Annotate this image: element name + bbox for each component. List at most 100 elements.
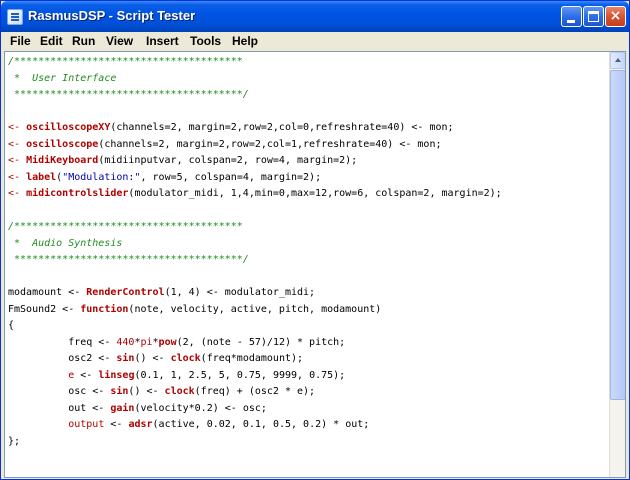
code-token: (active, 0.02, 0.1, 0.5, 0.2) * out;	[152, 419, 370, 430]
code-token: (freq*modamount);	[200, 353, 304, 364]
maximize-icon	[588, 11, 599, 22]
code-line: <- oscilloscope(channels=2, margin=2,row…	[8, 137, 612, 154]
code-line: **************************************/	[8, 87, 612, 104]
menu-edit[interactable]: Edit	[40, 34, 63, 48]
code-token: oscilloscope	[26, 138, 99, 150]
code-token: * Audio Synthesis	[8, 237, 123, 249]
code-token: * User Interface	[8, 72, 117, 84]
minimize-button[interactable]	[561, 6, 582, 27]
code-token: <-	[8, 188, 27, 199]
code-token: (1, 4) <- modulator_midi;	[164, 287, 316, 298]
code-token: (2, (note - 57)/12) * pitch;	[176, 336, 346, 348]
code-token: () <-	[134, 353, 171, 364]
code-token: <-	[8, 155, 27, 166]
code-token: **************************************/	[8, 254, 249, 265]
code-line: /**************************************	[8, 219, 612, 236]
menu-bar: File Edit Run View Insert Tools Help	[4, 32, 626, 50]
menu-view[interactable]: View	[106, 34, 133, 48]
code-token: clock	[164, 386, 195, 397]
code-token: RenderControl	[86, 287, 165, 298]
code-token: (channels=2, margin=2,row=2,col=1,refres…	[98, 138, 442, 150]
code-token: <-	[74, 369, 99, 381]
code-line: * User Interface	[8, 71, 612, 88]
code-token: output	[68, 419, 105, 430]
code-token: (freq) + (osc2 * e);	[194, 386, 316, 397]
title-bar[interactable]: RasmusDSP - Script Tester ×	[1, 1, 629, 32]
code-area[interactable]: /************************************** …	[8, 54, 612, 450]
scroll-up-button[interactable]	[610, 52, 625, 69]
code-line: modamount <- RenderControl(1, 4) <- modu…	[8, 285, 612, 302]
code-token: (0.1, 1, 2.5, 5, 0.75, 9999, 0.75);	[134, 369, 346, 381]
code-line: <- MidiKeyboard(midiinputvar, colspan=2,…	[8, 153, 612, 170]
code-token: (modulator_midi, 1,4,min=0,max=12,row=6,…	[128, 188, 502, 199]
code-token: oscilloscopeXY	[26, 122, 111, 133]
vertical-scrollbar[interactable]	[609, 52, 625, 477]
code-token: <-	[8, 138, 27, 150]
code-token: pi	[140, 336, 153, 348]
code-token: };	[8, 435, 21, 447]
window-title: RasmusDSP - Script Tester	[28, 8, 196, 23]
code-token: osc2 <-	[8, 353, 117, 364]
code-line: * Audio Synthesis	[8, 236, 612, 253]
code-token: freq <-	[8, 336, 117, 348]
code-token: /**************************************	[8, 56, 243, 67]
code-line: output <- adsr(active, 0.02, 0.1, 0.5, 0…	[8, 417, 612, 434]
code-token: /**************************************	[8, 221, 243, 232]
code-token: modamount <-	[8, 287, 87, 298]
code-token: clock	[170, 353, 201, 364]
code-token: <-	[8, 171, 27, 183]
code-token: **************************************/	[8, 89, 249, 100]
scroll-thumb[interactable]	[610, 70, 625, 400]
code-token: (midiinputvar, colspan=2, row=4, margin=…	[98, 155, 358, 166]
code-line: out <- gain(velocity*0.2) <- osc;	[8, 401, 612, 418]
code-line: <- label("Modulation:", row=5, colspan=4…	[8, 170, 612, 187]
code-token: out <-	[8, 402, 111, 414]
code-token: {	[8, 320, 15, 331]
code-line: e <- linseg(0.1, 1, 2.5, 5, 0.75, 9999, …	[8, 368, 612, 385]
code-token: midicontrolslider	[26, 188, 129, 199]
menu-tools[interactable]: Tools	[190, 34, 221, 48]
code-token: osc <-	[8, 386, 111, 397]
code-line: **************************************/	[8, 252, 612, 269]
menu-help[interactable]: Help	[232, 34, 258, 48]
code-token: (channels=2, margin=2,row=2,col=0,refres…	[110, 122, 454, 133]
code-token: function	[80, 303, 129, 315]
code-line: osc <- sin() <- clock(freq) + (osc2 * e)…	[8, 384, 612, 401]
app-window: RasmusDSP - Script Tester × File Edit Ru…	[0, 0, 630, 480]
close-icon: ×	[609, 8, 622, 24]
code-token: 440	[116, 336, 135, 348]
code-line: /**************************************	[8, 54, 612, 71]
menu-run[interactable]: Run	[72, 34, 95, 48]
code-token: "Modulation:"	[62, 171, 141, 183]
code-token: pow	[158, 336, 177, 348]
code-line: };	[8, 434, 612, 451]
code-token: (velocity*0.2) <- osc;	[134, 402, 267, 414]
code-token: FmSound2 <-	[8, 303, 81, 315]
minimize-icon	[567, 20, 575, 23]
code-line: {	[8, 318, 612, 335]
code-token: sin	[110, 386, 129, 397]
code-token: <-	[104, 419, 129, 430]
close-button[interactable]: ×	[605, 6, 626, 27]
code-token: gain	[110, 402, 135, 414]
code-token: , row=5, colspan=4, margin=2);	[140, 171, 322, 183]
code-line: <- oscilloscopeXY(channels=2, margin=2,r…	[8, 120, 612, 137]
code-token: adsr	[128, 419, 153, 430]
code-line: osc2 <- sin() <- clock(freq*modamount);	[8, 351, 612, 368]
code-token: label	[26, 171, 57, 183]
code-token: linseg	[98, 369, 135, 381]
maximize-button[interactable]	[583, 6, 604, 27]
menu-insert[interactable]: Insert	[146, 34, 179, 48]
code-line: freq <- 440*pi*pow(2, (note - 57)/12) * …	[8, 335, 612, 352]
menu-file[interactable]: File	[10, 34, 31, 48]
script-editor[interactable]: /************************************** …	[4, 51, 626, 478]
code-token: MidiKeyboard	[26, 155, 99, 166]
app-icon[interactable]	[7, 9, 23, 25]
code-line: <- midicontrolslider(modulator_midi, 1,4…	[8, 186, 612, 203]
code-token: sin	[116, 353, 135, 364]
